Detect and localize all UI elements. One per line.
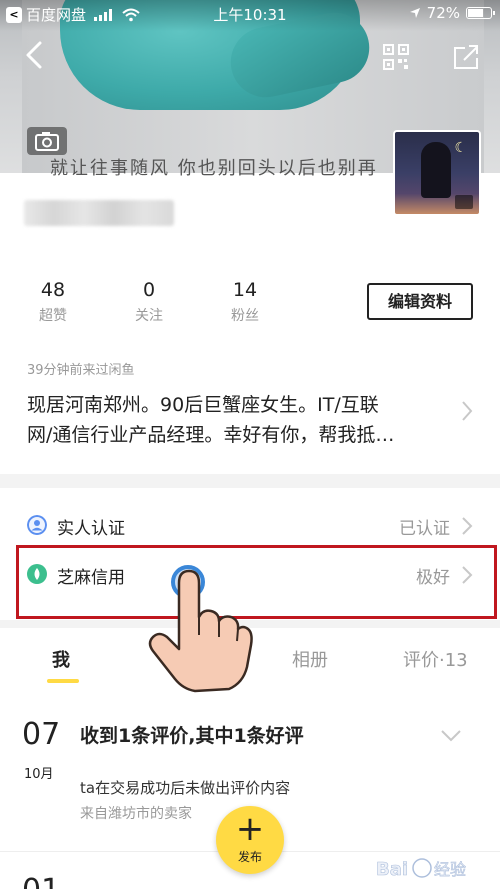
battery-icon [466, 7, 495, 19]
tab-me[interactable]: 我 [52, 646, 70, 672]
publish-button[interactable]: + 发布 [216, 806, 284, 874]
share-icon[interactable] [452, 43, 480, 71]
tab-reviews[interactable]: 评价·13 [403, 646, 468, 672]
username-blurred [24, 200, 174, 226]
tab-album[interactable]: 相册 [292, 646, 328, 672]
cert-value: 已认证 [399, 519, 450, 539]
chevron-right-icon[interactable] [460, 400, 474, 422]
next-feed-day: 01 [22, 873, 60, 889]
back-arrow-icon[interactable] [22, 40, 46, 70]
section-divider [0, 474, 500, 488]
publish-label: 发布 [237, 850, 262, 864]
stat-label: 超赞 [39, 308, 67, 324]
stat-likes[interactable]: 48 超赞 [23, 277, 83, 325]
profile-page: < 百度网盘 上午10:31 72% 就让往事随风 你也别回头以后也别再 ☾ 4… [0, 0, 500, 889]
edit-profile-button[interactable]: 编辑资料 [367, 283, 473, 320]
stat-label: 粉丝 [231, 308, 259, 324]
qr-code-icon[interactable] [383, 44, 409, 70]
feed-title: 收到1条评价,其中1条好评 [80, 725, 304, 747]
stat-value: 0 [142, 279, 156, 301]
highlight-box [16, 545, 497, 619]
stat-label: 关注 [135, 308, 163, 324]
avatar-camera-icon [455, 195, 473, 209]
stat-fans[interactable]: 14 粉丝 [215, 277, 275, 325]
plus-icon: + [235, 809, 265, 849]
pointing-hand-icon [148, 569, 253, 693]
avatar[interactable]: ☾ [393, 130, 481, 216]
camera-icon [35, 132, 59, 151]
cert-row-real-name[interactable]: 实人认证 已认证 [0, 503, 500, 547]
battery-percent: 72% [426, 4, 460, 22]
bio-line: 网/通信行业产品经理。幸好有你，帮我抵… [27, 424, 395, 446]
last-seen-text: 39分钟前来过闲鱼 [27, 363, 135, 378]
chevron-down-icon[interactable] [440, 729, 462, 743]
feed-day: 07 [22, 717, 61, 752]
profile-stats: 48 超赞 0 关注 14 粉丝 [0, 277, 340, 327]
active-tab-indicator [47, 679, 79, 683]
svg-text:Bai: Bai [376, 859, 408, 880]
chevron-right-icon [462, 517, 473, 535]
status-bar: < 百度网盘 上午10:31 72% [0, 0, 500, 28]
stat-following[interactable]: 0 关注 [119, 277, 179, 325]
feed-description: ta在交易成功后未做出评价内容 [80, 779, 291, 797]
cert-name: 实人认证 [57, 519, 125, 539]
change-cover-button[interactable] [27, 127, 67, 155]
cover-caption: 就让往事随风 你也别回头以后也别再 [50, 158, 378, 179]
svg-text:经验: 经验 [434, 860, 466, 879]
stat-value: 48 [40, 279, 66, 301]
person-verify-icon [27, 515, 47, 535]
watermark-logo: Bai 经验 [376, 858, 466, 880]
moon-icon: ☾ [454, 140, 467, 156]
location-arrow-icon [409, 8, 420, 18]
bio[interactable]: 现居河南郑州。90后巨蟹座女生。IT/互联 网/通信行业产品经理。幸好有你，帮我… [27, 390, 447, 450]
stat-value: 14 [232, 279, 258, 301]
feed-source: 来自潍坊市的卖家 [80, 806, 192, 822]
bio-line: 现居河南郑州。90后巨蟹座女生。IT/互联 [27, 394, 379, 416]
feed-month: 10月 [24, 767, 54, 782]
